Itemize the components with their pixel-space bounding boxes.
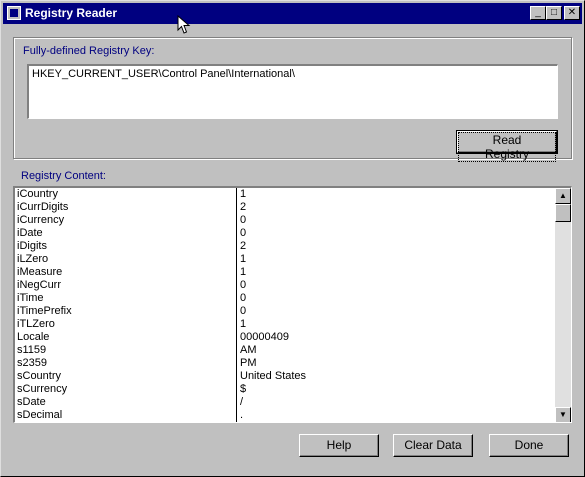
registry-entry-name[interactable]: iCurrDigits [17,201,236,214]
clear-data-button[interactable]: Clear Data [393,434,473,457]
done-button[interactable]: Done [489,434,569,457]
registry-entry-value[interactable]: 0 [240,279,553,292]
registry-entry-name[interactable]: Locale [17,331,236,344]
read-registry-button[interactable]: Read Registry [456,130,558,162]
registry-entry-value[interactable]: 1 [240,266,553,279]
registry-entry-value[interactable]: 00000409 [240,331,553,344]
window-title: Registry Reader [25,6,118,20]
registry-entry-name[interactable]: iTimePrefix [17,305,236,318]
registry-content-label: Registry Content: [21,170,106,182]
registry-entry-name[interactable]: sCountry [17,370,236,383]
registry-entry-name[interactable]: s2359 [17,357,236,370]
read-registry-label: Read Registry [458,132,556,162]
registry-entry-value[interactable]: 0 [240,214,553,227]
registry-content-list[interactable]: iCountry iCurrDigits iCurrency iDate iDigits… [13,186,572,423]
vertical-scrollbar[interactable]: ▲ ▼ [555,188,571,422]
registry-entry-value[interactable]: 1 [240,253,553,266]
registry-entry-value[interactable]: 0 [240,305,553,318]
registry-entry-value[interactable]: 1 [240,188,553,201]
scroll-up-icon[interactable]: ▲ [555,188,571,204]
registry-entry-name[interactable]: iDigits [17,240,236,253]
minimize-button[interactable]: _ [530,6,546,20]
registry-entry-value[interactable]: 1 [240,318,553,331]
registry-entry-value[interactable]: AM [240,344,553,357]
maximize-button[interactable]: □ [546,6,562,20]
close-button[interactable]: ✕ [564,6,580,20]
registry-entry-name[interactable]: sCurrency [17,383,236,396]
registry-entry-name[interactable]: s1159 [17,344,236,357]
registry-key-input[interactable]: HKEY_CURRENT_USER\Control Panel\Internat… [27,64,558,119]
registry-entry-name[interactable]: iTime [17,292,236,305]
registry-reader-window: Registry Reader _ □ ✕ Fully-defined Regi… [0,0,585,477]
registry-key-label: Fully-defined Registry Key: [23,45,155,57]
registry-entry-name[interactable]: iDate [17,227,236,240]
registry-entry-name[interactable]: iCurrency [17,214,236,227]
app-icon[interactable] [7,6,21,20]
registry-entry-value[interactable]: / [240,396,553,409]
app-icon-glyph [10,9,18,17]
registry-entry-name[interactable]: iMeasure [17,266,236,279]
registry-entry-value[interactable]: 0 [240,227,553,240]
registry-entry-name[interactable]: iLZero [17,253,236,266]
registry-entry-name[interactable]: iTLZero [17,318,236,331]
registry-entry-name[interactable]: iNegCurr [17,279,236,292]
scroll-down-icon[interactable]: ▼ [555,407,571,422]
help-button[interactable]: Help [299,434,379,457]
name-column: iCountry iCurrDigits iCurrency iDate iDigits… [15,188,237,422]
registry-entry-value[interactable]: United States [240,370,553,383]
registry-entry-name[interactable]: sDate [17,396,236,409]
value-column: 1 2 0 0 2 1 1 0 0 0 1 00000409 AM PM United States $ /. [237,188,553,422]
registry-entry-value[interactable]: 0 [240,292,553,305]
registry-entry-value[interactable]: 2 [240,201,553,214]
title-bar[interactable]: Registry Reader _ □ ✕ [3,3,582,24]
mouse-cursor-icon [177,15,191,34]
registry-entry-value[interactable]: PM [240,357,553,370]
registry-entry-name[interactable]: sDecimal [17,409,236,422]
registry-entry-value[interactable]: 2 [240,240,553,253]
registry-entry-value[interactable]: $ [240,383,553,396]
registry-entry-value[interactable]: . [240,409,553,422]
registry-entry-name[interactable]: iCountry [17,188,236,201]
scroll-thumb[interactable] [555,204,571,222]
